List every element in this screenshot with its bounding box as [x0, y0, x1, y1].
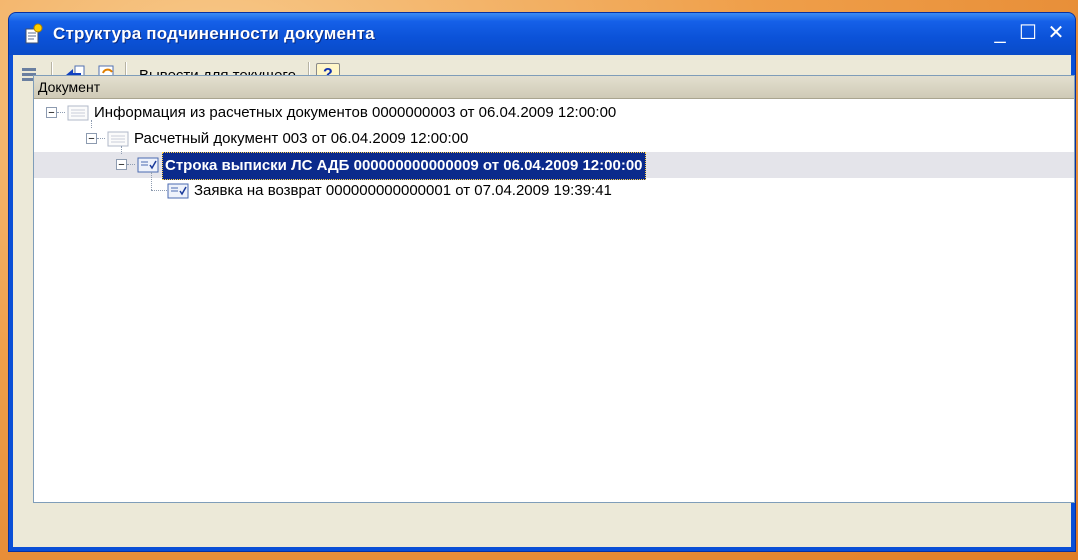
minimize-button[interactable]: _ — [987, 23, 1013, 47]
tree-row[interactable]: − Расчетный документ 003 от 06.04.2009 1… — [34, 120, 1074, 152]
collapse-toggle[interactable]: − — [116, 159, 127, 171]
tree-row-selected[interactable]: − Строка выписки ЛС АДБ 000000000000009 … — [34, 146, 1074, 180]
tree-row-text: Строка выписки ЛС АДБ 000000000000009 от… — [162, 152, 646, 180]
tree-row[interactable]: Заявка на возврат 000000000000001 от 07.… — [34, 172, 1074, 204]
column-header-document[interactable]: Документ — [34, 76, 1074, 99]
document-checked-icon — [167, 183, 189, 199]
document-list-icon — [107, 131, 129, 147]
tree-row-text: Информация из расчетных документов 00000… — [94, 104, 617, 121]
tree-row[interactable]: − Информация из расчетных документов 000… — [34, 100, 1074, 126]
window-title: Структура подчиненности документа — [53, 24, 375, 43]
maximize-button[interactable]: ☐ — [1015, 23, 1041, 47]
document-structure-icon — [25, 23, 43, 44]
title-bar[interactable]: Структура подчиненности документа _ ☐ ✕ — [9, 13, 1075, 55]
document-tree-grid[interactable]: Документ − Информация из расчетных докум… — [33, 75, 1075, 503]
collapse-toggle[interactable]: − — [46, 107, 57, 119]
tree-row-text: Расчетный документ 003 от 06.04.2009 12:… — [134, 130, 469, 147]
document-checked-icon — [137, 157, 159, 173]
document-list-icon — [67, 105, 89, 121]
document-structure-window: Структура подчиненности документа _ ☐ ✕ — [8, 12, 1076, 552]
close-button[interactable]: ✕ — [1043, 23, 1069, 47]
collapse-toggle[interactable]: − — [86, 133, 97, 145]
tree-row-text: Заявка на возврат 000000000000001 от 07.… — [194, 182, 612, 199]
